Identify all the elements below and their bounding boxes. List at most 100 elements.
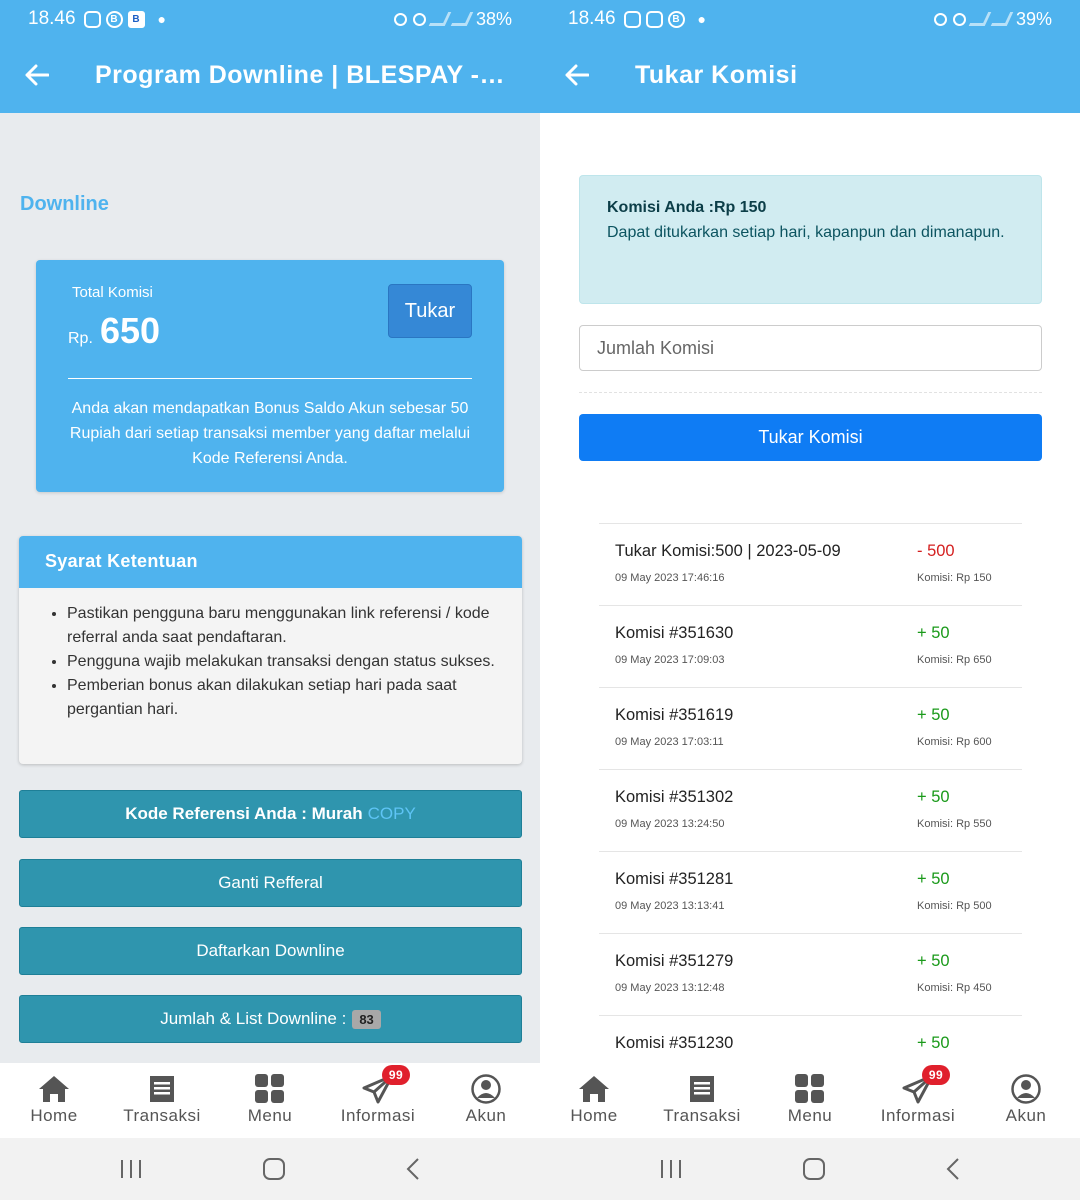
nav-label: Informasi xyxy=(880,1106,956,1125)
nav-label: Home xyxy=(30,1106,78,1125)
history-title: Komisi #351630 xyxy=(615,624,734,642)
bonus-description: Anda akan mendapatkan Bonus Saldo Akun s… xyxy=(69,400,471,467)
history-row: Komisi #351619 09 May 2023 17:03:11 + 50… xyxy=(599,687,1022,769)
notification-dot-icon: ● xyxy=(157,11,167,27)
nav-transaksi[interactable]: Transaksi xyxy=(108,1063,216,1138)
jumlah-downline-label: Jumlah & List Downline : xyxy=(160,1009,347,1028)
instagram-icon xyxy=(83,10,101,28)
nav-home[interactable]: Home xyxy=(540,1063,648,1138)
total-komisi-amount: 650 xyxy=(100,310,161,351)
daftarkan-downline-button[interactable]: Daftarkan Downline xyxy=(19,927,522,975)
home-button-icon[interactable] xyxy=(802,1157,826,1181)
clock-icon xyxy=(412,12,426,26)
syarat-title: Syarat Ketentuan xyxy=(19,536,522,588)
nav-label: Informasi xyxy=(340,1106,416,1125)
battery-text: 39% xyxy=(1015,8,1052,29)
history-amount: + 50 xyxy=(917,788,950,806)
history-row: Komisi #351630 09 May 2023 17:09:03 + 50… xyxy=(599,605,1022,687)
divider xyxy=(579,392,1042,393)
notification-dot-icon: ● xyxy=(697,11,707,27)
history-amount: + 50 xyxy=(917,952,950,970)
nav-label: Transaksi xyxy=(663,1106,741,1125)
home-icon xyxy=(579,1076,609,1102)
history-date: 09 May 2023 17:03:11 xyxy=(615,736,724,748)
receipt-icon xyxy=(690,1076,714,1102)
grid-icon xyxy=(795,1074,824,1103)
history-title: Komisi #351230 xyxy=(615,1034,734,1052)
recent-apps-icon[interactable] xyxy=(659,1158,683,1180)
account-icon xyxy=(1011,1074,1041,1104)
page-title: Program Downline | BLESPAY - PUL... xyxy=(95,61,506,89)
app-bar: Tukar Komisi xyxy=(540,38,1080,113)
nav-menu[interactable]: Menu xyxy=(216,1063,324,1138)
history-row: Tukar Komisi:500 | 2023-05-09 09 May 202… xyxy=(599,523,1022,605)
bottom-nav: Home Transaksi Menu 99 Informasi Akun xyxy=(540,1063,1080,1138)
tukar-komisi-button[interactable]: Tukar Komisi xyxy=(579,414,1042,461)
nav-informasi[interactable]: 99 Informasi xyxy=(864,1063,972,1138)
recent-apps-icon[interactable] xyxy=(119,1158,143,1180)
app-bar: Program Downline | BLESPAY - PUL... xyxy=(0,38,540,113)
system-nav xyxy=(540,1138,1080,1200)
history-balance: Komisi: Rp 550 xyxy=(917,818,992,830)
history-date: 09 May 2023 17:09:03 xyxy=(615,654,725,666)
history-amount: + 50 xyxy=(917,870,950,888)
back-button-icon[interactable] xyxy=(945,1157,961,1181)
history-title: Komisi #351281 xyxy=(615,870,734,888)
nav-informasi[interactable]: 99 Informasi xyxy=(324,1063,432,1138)
currency-label: Rp. xyxy=(68,330,93,347)
section-title: Downline xyxy=(20,193,109,215)
battery-text: 38% xyxy=(475,8,512,29)
tukar-button[interactable]: Tukar xyxy=(388,284,472,338)
notification-badge: 99 xyxy=(922,1065,950,1085)
history-balance: Komisi: Rp 150 xyxy=(917,572,992,584)
history-row: Komisi #351302 09 May 2023 13:24:50 + 50… xyxy=(599,769,1022,851)
kode-referensi-button[interactable]: Kode Referensi Anda : Murah COPY xyxy=(19,790,522,838)
home-icon xyxy=(39,1076,69,1102)
page-title: Tukar Komisi xyxy=(635,61,798,89)
copy-link[interactable]: COPY xyxy=(368,804,416,824)
account-icon xyxy=(471,1074,501,1104)
nav-label: Menu xyxy=(787,1106,833,1125)
alarm-icon xyxy=(393,12,407,26)
bottom-nav: Home Transaksi Menu 99 Informasi Akun xyxy=(0,1063,540,1138)
total-komisi-label: Total Komisi xyxy=(72,284,153,301)
notification-badge: 99 xyxy=(382,1065,410,1085)
history-date: 09 May 2023 13:13:41 xyxy=(615,900,725,912)
nav-transaksi[interactable]: Transaksi xyxy=(648,1063,756,1138)
history-row: Komisi #351281 09 May 2023 13:13:41 + 50… xyxy=(599,851,1022,933)
wifi-icon xyxy=(968,12,992,26)
jumlah-list-downline-button[interactable]: Jumlah & List Downline : 83 xyxy=(19,995,522,1043)
blespay-icon: B xyxy=(127,10,145,28)
back-arrow-icon[interactable] xyxy=(540,38,616,113)
nav-label: Akun xyxy=(1005,1106,1047,1125)
history-balance: Komisi: Rp 650 xyxy=(917,654,992,666)
back-arrow-icon[interactable] xyxy=(0,38,76,113)
instagram-icon xyxy=(645,10,663,28)
nav-label: Home xyxy=(570,1106,618,1125)
nav-akun[interactable]: Akun xyxy=(432,1063,540,1138)
back-button-icon[interactable] xyxy=(405,1157,421,1181)
komisi-info-alert: Komisi Anda :Rp 150 Dapat ditukarkan set… xyxy=(579,175,1042,304)
gallery-icon xyxy=(623,10,641,28)
history-title: Komisi #351302 xyxy=(615,788,734,806)
history-title: Komisi #351279 xyxy=(615,952,734,970)
nav-label: Menu xyxy=(247,1106,293,1125)
history-date: 09 May 2023 13:24:50 xyxy=(615,818,725,830)
status-bar: 18.46 B B ● 38% xyxy=(0,0,540,38)
syarat-item: Pengguna wajib melakukan transaksi denga… xyxy=(67,650,502,674)
history-amount: + 50 xyxy=(917,706,950,724)
history-date: 09 May 2023 13:12:48 xyxy=(615,982,725,994)
status-right: 39% xyxy=(933,8,1052,30)
ganti-refferal-button[interactable]: Ganti Refferal xyxy=(19,859,522,907)
grid-icon xyxy=(255,1074,284,1103)
nav-menu[interactable]: Menu xyxy=(756,1063,864,1138)
jumlah-komisi-input[interactable] xyxy=(579,325,1042,371)
history-list: Tukar Komisi:500 | 2023-05-09 09 May 202… xyxy=(599,523,1022,1097)
receipt-icon xyxy=(150,1076,174,1102)
downline-screen: 18.46 B B ● 38% Program Downline | BLESP… xyxy=(0,0,540,1200)
history-amount: - 500 xyxy=(917,542,955,560)
nav-akun[interactable]: Akun xyxy=(972,1063,1080,1138)
nav-home[interactable]: Home xyxy=(0,1063,108,1138)
system-nav xyxy=(0,1138,540,1200)
home-button-icon[interactable] xyxy=(262,1157,286,1181)
